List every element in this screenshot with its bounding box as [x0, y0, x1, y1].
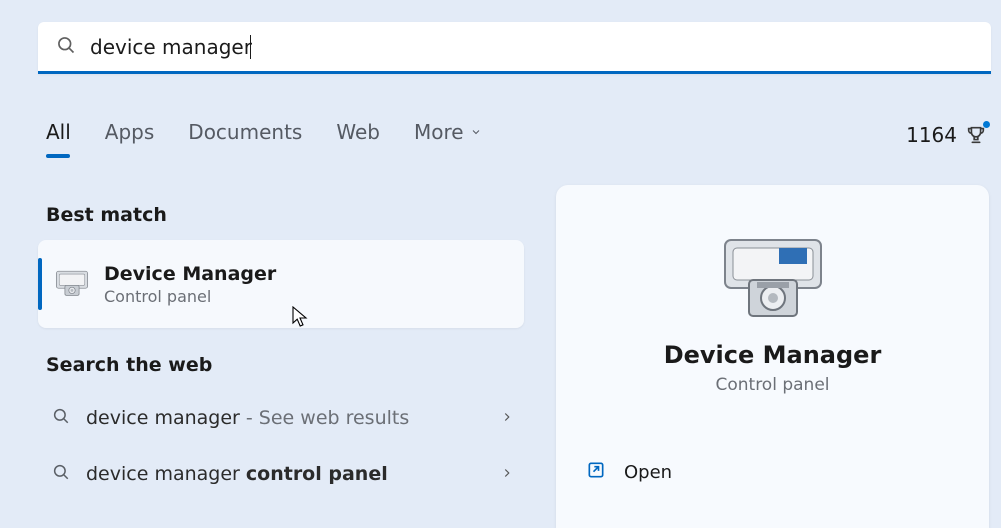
- tab-more[interactable]: More: [414, 120, 482, 150]
- tab-apps[interactable]: Apps: [105, 120, 155, 150]
- search-icon: [52, 407, 70, 429]
- text-caret: [250, 35, 251, 59]
- tab-web[interactable]: Web: [336, 120, 380, 150]
- tab-all[interactable]: All: [46, 120, 71, 150]
- section-search-web: Search the web: [46, 354, 524, 376]
- device-manager-icon: [718, 235, 828, 325]
- best-match-subtitle: Control panel: [104, 287, 276, 306]
- best-match-result[interactable]: Device Manager Control panel: [38, 240, 524, 328]
- detail-title: Device Manager: [664, 341, 882, 369]
- open-action[interactable]: Open: [556, 447, 989, 497]
- search-bar[interactable]: device manager: [38, 22, 991, 74]
- filter-tabs: All Apps Documents Web More 1164: [46, 110, 987, 160]
- details-panel: Device Manager Control panel Open: [556, 185, 989, 528]
- tab-documents[interactable]: Documents: [188, 120, 302, 150]
- web-result-1[interactable]: device manager control panel: [38, 446, 524, 502]
- open-label: Open: [624, 462, 672, 483]
- chevron-down-icon: [470, 126, 482, 138]
- section-best-match: Best match: [46, 204, 524, 226]
- chevron-right-icon: [500, 465, 514, 484]
- rewards-points: 1164: [906, 123, 957, 147]
- web-result-text: device manager: [86, 463, 246, 485]
- best-match-title: Device Manager: [104, 263, 276, 285]
- device-manager-icon: [54, 266, 90, 302]
- search-icon: [52, 463, 70, 485]
- web-result-0[interactable]: device manager - See web results: [38, 390, 524, 446]
- rewards-counter[interactable]: 1164: [906, 123, 987, 147]
- web-result-text: device manager: [86, 407, 240, 429]
- tab-more-label: More: [414, 120, 464, 144]
- search-icon: [56, 35, 76, 59]
- web-result-hint: - See web results: [240, 407, 409, 429]
- chevron-right-icon: [500, 409, 514, 428]
- detail-subtitle: Control panel: [715, 375, 829, 395]
- results-column: Best match Device Manager Control panel …: [38, 190, 524, 502]
- web-result-bold: control panel: [246, 463, 388, 485]
- trophy-icon: [965, 124, 987, 146]
- open-external-icon: [586, 460, 606, 485]
- search-input[interactable]: device manager: [90, 35, 252, 59]
